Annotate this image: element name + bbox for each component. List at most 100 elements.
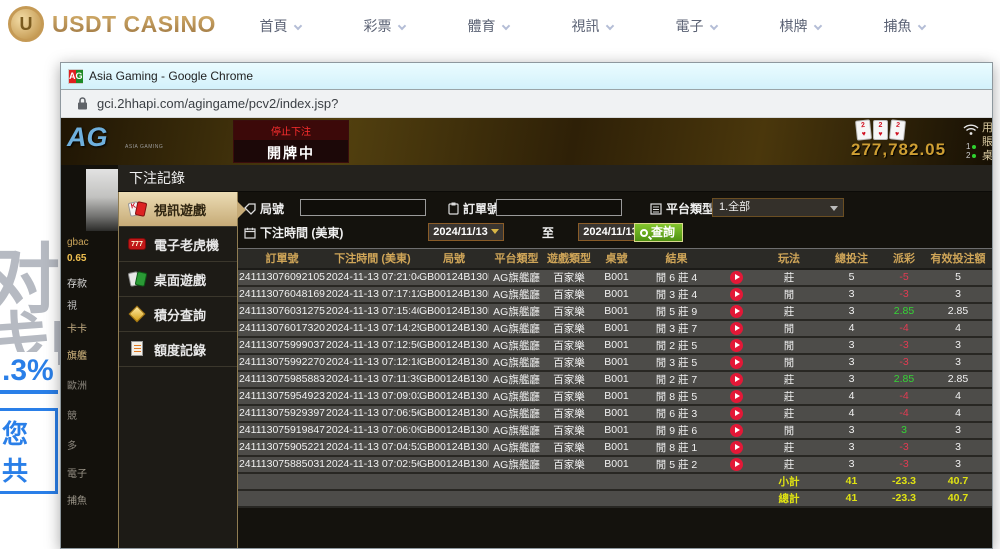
site-logo[interactable]: U USDT CASINO bbox=[8, 6, 216, 42]
logo-badge-icon: U bbox=[8, 6, 44, 42]
bet-time-label: 下注時間 (美東) bbox=[244, 224, 343, 241]
panel-content: 局號 訂單號 平台類型 1.全部 bbox=[238, 192, 992, 548]
video-tab[interactable]: 視 bbox=[67, 297, 77, 312]
play-replay-button[interactable] bbox=[730, 356, 743, 369]
column-header: 總投注 bbox=[819, 249, 884, 269]
menu-item-3[interactable]: 積分查詢 bbox=[119, 297, 237, 332]
platform-type: AG旗艦廳 bbox=[489, 354, 544, 371]
game-type: 百家樂 bbox=[544, 269, 594, 286]
result: 閒 8 莊 1 bbox=[639, 439, 714, 456]
play-replay-button[interactable] bbox=[730, 458, 743, 471]
bet-time: 2024-11-13 07:17:12 bbox=[326, 286, 419, 303]
result: 閒 2 莊 5 bbox=[639, 337, 714, 354]
nav-item-4[interactable]: 電子 bbox=[644, 16, 748, 36]
valid-stake: 4 bbox=[924, 388, 992, 405]
side-menu-item[interactable]: 用 bbox=[982, 121, 992, 135]
side-menu-item[interactable]: 賬 bbox=[982, 135, 992, 149]
platform-type-label: 平台類型 bbox=[650, 200, 714, 217]
multi-hall[interactable]: 競 bbox=[67, 407, 77, 422]
bet-type: 閒 bbox=[759, 422, 819, 439]
play-replay-button[interactable] bbox=[730, 339, 743, 352]
deposit-button[interactable]: 存款 bbox=[67, 275, 87, 290]
platform-type: AG旗艦廳 bbox=[489, 422, 544, 439]
bet-type: 閒 bbox=[759, 286, 819, 303]
bet-type: 莊 bbox=[759, 405, 819, 422]
round-number: GB00124B130I7 bbox=[419, 354, 489, 371]
bet-type: 閒 bbox=[759, 320, 819, 337]
table-number: B001 bbox=[594, 456, 639, 473]
platform-type: AG旗艦廳 bbox=[489, 269, 544, 286]
column-header: 遊戲類型 bbox=[544, 249, 594, 269]
game-type: 百家樂 bbox=[544, 337, 594, 354]
nav-item-0[interactable]: 首頁 bbox=[228, 16, 332, 36]
game-type: 百家樂 bbox=[544, 439, 594, 456]
flagship-hall[interactable]: 旗艦 bbox=[67, 347, 87, 362]
chevron-down-icon bbox=[293, 22, 301, 30]
logo-text: USDT CASINO bbox=[52, 11, 216, 38]
username[interactable]: gbac bbox=[67, 237, 89, 248]
result: 閒 6 莊 3 bbox=[639, 405, 714, 422]
menu-item-2[interactable]: 桌面遊戲 bbox=[119, 262, 237, 297]
valid-stake: 3 bbox=[924, 422, 992, 439]
game-type: 百家樂 bbox=[544, 388, 594, 405]
result: 閒 3 莊 4 bbox=[639, 286, 714, 303]
column-header: 結果 bbox=[639, 249, 714, 269]
payout: -4 bbox=[884, 405, 924, 422]
platform-type-select[interactable]: 1.全部 bbox=[712, 198, 844, 217]
menu-item-4[interactable]: 額度記錄 bbox=[119, 332, 237, 367]
order-number: 241113075919847 bbox=[238, 422, 326, 439]
nav-item-5[interactable]: 棋牌 bbox=[748, 16, 852, 36]
platform-type: AG旗艦廳 bbox=[489, 405, 544, 422]
window-titlebar[interactable]: AG Asia Gaming - Google Chrome bbox=[61, 63, 992, 90]
nav-item-2[interactable]: 體育 bbox=[436, 16, 540, 36]
platform-type: AG旗艦廳 bbox=[489, 337, 544, 354]
round-input[interactable] bbox=[300, 199, 426, 216]
play-replay-button[interactable] bbox=[730, 373, 743, 386]
menu-item-1[interactable]: 777電子老虎機 bbox=[119, 227, 237, 262]
multi-table[interactable]: 多 bbox=[67, 437, 77, 452]
table-games-icon bbox=[127, 270, 147, 288]
round-number: GB00124B130HS bbox=[419, 456, 489, 473]
balance[interactable]: 0.65 bbox=[67, 253, 86, 264]
slots-link[interactable]: 電子 bbox=[67, 465, 87, 480]
platform-type: AG旗艦廳 bbox=[489, 456, 544, 473]
menu-item-0[interactable]: K視訊遊戲 bbox=[119, 192, 237, 227]
payout: -3 bbox=[884, 337, 924, 354]
chevron-down-icon bbox=[830, 206, 838, 211]
play-replay-button[interactable] bbox=[730, 390, 743, 403]
status-dot-icon bbox=[972, 145, 976, 149]
game-type: 百家樂 bbox=[544, 320, 594, 337]
table-row: 2411130760312752024-11-13 07:15:40 GB001… bbox=[238, 303, 992, 320]
order-number: 241113075954923 bbox=[238, 388, 326, 405]
bet-time: 2024-11-13 07:06:56 bbox=[326, 405, 419, 422]
play-replay-button[interactable] bbox=[730, 407, 743, 420]
play-replay-button[interactable] bbox=[730, 322, 743, 335]
total-stake: 3 bbox=[819, 303, 884, 320]
order-number: 241113075905221 bbox=[238, 439, 326, 456]
asia-gaming-favicon-icon: AG bbox=[68, 69, 83, 84]
search-button[interactable]: 查詢 bbox=[634, 223, 683, 242]
europe-hall[interactable]: 歐洲 bbox=[67, 377, 87, 392]
play-replay-button[interactable] bbox=[730, 271, 743, 284]
play-replay-button[interactable] bbox=[730, 441, 743, 454]
nav-item-3[interactable]: 視訊 bbox=[540, 16, 644, 36]
side-menu-item[interactable]: 桌 bbox=[982, 149, 992, 163]
nav-item-1[interactable]: 彩票 bbox=[332, 16, 436, 36]
nav-item-6[interactable]: 捕魚 bbox=[852, 16, 956, 36]
table-row: 2411130759198472024-11-13 07:06:09 GB001… bbox=[238, 422, 992, 439]
date-from-select[interactable]: 2024/11/13 bbox=[428, 223, 504, 241]
play-replay-button[interactable] bbox=[730, 424, 743, 437]
order-input[interactable] bbox=[496, 199, 622, 216]
valid-stake: 3 bbox=[924, 439, 992, 456]
subtotal-row: 小計41-23.340.7 bbox=[238, 473, 992, 490]
lobby-tab[interactable]: 卡卡 bbox=[67, 320, 87, 335]
play-replay-button[interactable] bbox=[730, 288, 743, 301]
order-number: 241113075999037 bbox=[238, 337, 326, 354]
play-replay-button[interactable] bbox=[730, 305, 743, 318]
wifi-icon bbox=[963, 123, 979, 141]
fishing-link[interactable]: 捕魚 bbox=[67, 492, 87, 507]
bet-type: 閒 bbox=[759, 354, 819, 371]
bet-time: 2024-11-13 07:02:56 bbox=[326, 456, 419, 473]
url-text: gci.2hhapi.com/agingame/pcv2/index.jsp? bbox=[97, 96, 338, 111]
url-bar[interactable]: gci.2hhapi.com/agingame/pcv2/index.jsp? bbox=[61, 90, 992, 118]
